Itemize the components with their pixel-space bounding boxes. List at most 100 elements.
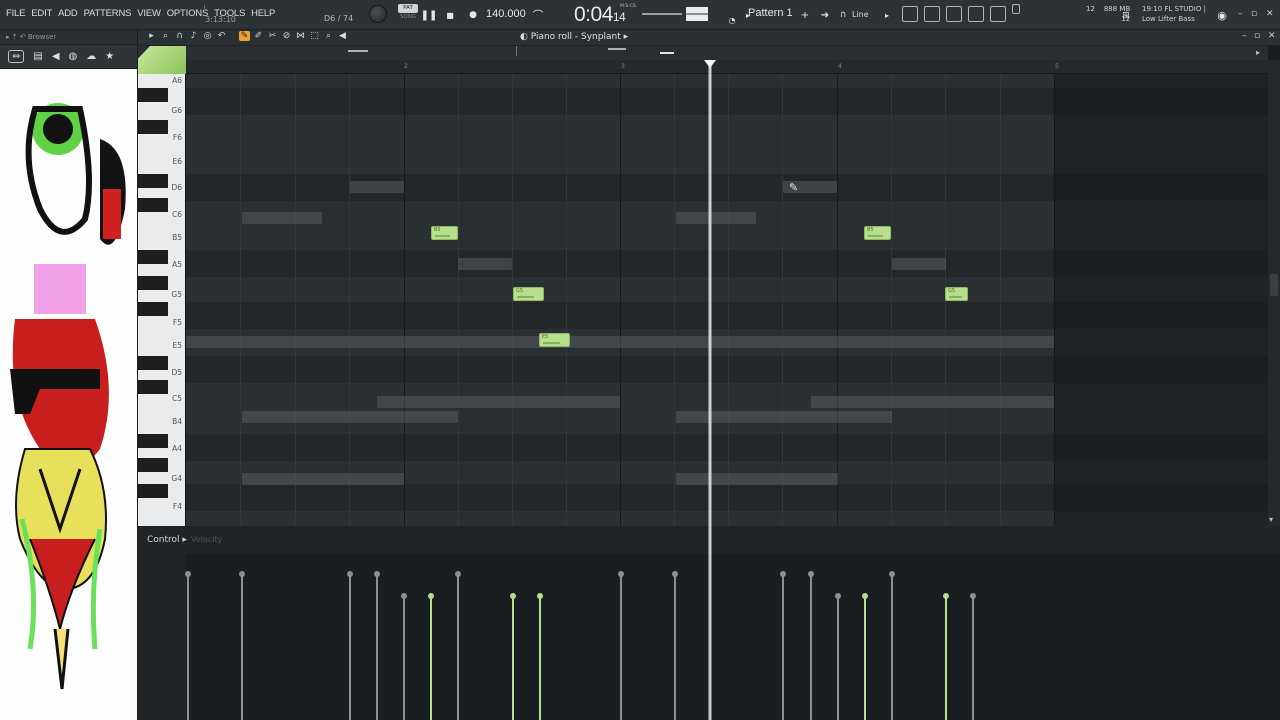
key-label-f5: F5 [172,318,182,327]
favorites-icon[interactable]: ★ [105,51,114,62]
playback-tool-icon[interactable]: ◀ [337,31,348,41]
maximize-icon[interactable]: ▫ [1251,9,1257,19]
black-key[interactable] [138,484,168,498]
black-key[interactable] [138,174,168,188]
black-key[interactable] [138,356,168,370]
black-key[interactable] [138,434,168,448]
sounds-icon[interactable]: ◍ [69,51,78,62]
velocity-stem-b5[interactable] [428,593,434,720]
black-key[interactable] [138,276,168,290]
mixer-icon[interactable] [968,6,984,22]
menu-edit[interactable]: EDIT [31,8,52,19]
note-g5[interactable]: G5 [945,287,968,301]
velocity-lane[interactable] [185,554,1280,720]
pr-headphones-icon[interactable]: ∩ [174,31,185,41]
pr-undo-icon[interactable]: ↶ [216,31,227,41]
pattern-selector[interactable]: Pattern 1 [748,7,793,19]
pat-mode[interactable]: PAT [398,4,418,13]
bar-5-label: 5 [1055,63,1059,70]
black-key[interactable] [138,302,168,316]
bar-2-label: 2 [404,63,408,70]
mute-tool-icon[interactable]: ⊘ [281,31,292,41]
note-b5[interactable]: B5 [431,226,458,240]
note-b5[interactable]: B5 [864,226,891,240]
pr-record-icon[interactable]: ◎ [202,31,213,41]
snap-mode[interactable]: Line [852,10,869,19]
pr-close-icon[interactable]: ✕ [1268,31,1276,41]
add-pattern-icon[interactable]: + [797,7,813,23]
stop-icon[interactable]: ■ [442,7,458,23]
tempo-display[interactable]: 140.000 [486,8,526,20]
artwork-image [0,69,137,720]
oscilloscope [642,7,708,21]
cloud-icon[interactable]: ☁ [86,51,96,62]
select-tool-icon[interactable]: ⬚ [309,31,320,41]
metronome-icon[interactable]: ⌒ [530,7,546,23]
channel-rack-icon[interactable] [946,6,962,22]
menu-file[interactable]: FILE [6,8,25,19]
black-key[interactable] [138,458,168,472]
pr-menu-icon[interactable]: ▸ [146,31,157,41]
black-key[interactable] [138,380,168,394]
note-e5[interactable]: E5 [539,333,570,347]
key-label-d5: D5 [171,368,182,377]
current-project-icon[interactable]: ▤ [33,51,42,62]
velocity-stem-g5[interactable] [943,593,949,720]
horizontal-scrollbar[interactable]: ▸ [138,46,1268,60]
cart-icon[interactable]: ⊞ [1118,8,1134,24]
note-g5[interactable]: G5 [513,287,544,301]
pr-minimize-icon[interactable]: – [1242,31,1247,41]
velocity-stem-b5[interactable] [862,593,868,720]
pr-note-icon[interactable]: ♪ [188,31,199,41]
velocity-stem-g5[interactable] [510,593,516,720]
browser-arrows-icon[interactable]: ▸ ⇡ ↶ [6,33,28,41]
menu-add[interactable]: ADD [58,8,78,19]
playhead[interactable] [708,62,712,720]
playlist-icon[interactable] [902,6,918,22]
delete-tool-icon[interactable]: ✂ [267,31,278,41]
close-icon[interactable]: ✕ [1266,9,1274,19]
all-files-icon[interactable]: ⇔ [8,50,25,63]
menu-view[interactable]: VIEW [137,8,161,19]
draw-tool-icon[interactable]: ✎ [239,31,250,41]
black-key[interactable] [138,88,168,102]
zoom-tool-icon[interactable]: ⌕ [323,31,334,41]
snap-dropdown-icon[interactable]: ▸ [879,7,895,23]
menu-help[interactable]: HELP [251,8,275,19]
master-volume-knob[interactable] [369,5,387,23]
magnet-icon[interactable]: ∩ [835,7,851,23]
key-label-a6: A6 [172,76,182,85]
black-key[interactable] [138,250,168,264]
menu-patterns[interactable]: PATTERNS [84,8,132,19]
record-icon[interactable]: ● [465,7,481,23]
playhead-marker-icon[interactable] [704,60,716,68]
key-label-f4: F4 [172,502,182,511]
snap-arrow-icon[interactable]: ➜ [817,7,833,23]
piano-roll-icon[interactable] [924,6,940,22]
paint-tool-icon[interactable]: ✐ [253,31,264,41]
browser-header: ▸ ⇡ ↶ Browser [0,30,137,44]
vertical-scrollbar[interactable]: ▾ [1268,60,1280,526]
pr-maximize-icon[interactable]: ▫ [1254,31,1260,41]
plugin-db-icon[interactable]: ◀ [52,51,60,62]
song-mode[interactable]: SONG [398,13,418,22]
slice-tool-icon[interactable]: ⋈ [295,31,306,41]
plugin-picker-icon[interactable] [990,6,1006,22]
timeline-ruler[interactable]: 2 3 4 5 [186,60,1268,74]
menu-options[interactable]: OPTIONS [167,8,209,19]
black-key[interactable] [138,120,168,134]
piano-roll-title[interactable]: ◐ Piano roll - Synplant ▸ [520,32,628,42]
piano-keyboard[interactable]: A6 G6 F6 E6 D6 C6 B5 A5 G5 F5 E5 D5 C5 B… [138,74,186,526]
control-selector[interactable]: Control ▸ [147,535,187,545]
scroll-right-icon[interactable]: ▸ [1256,48,1260,57]
minimize-icon[interactable]: – [1238,9,1243,19]
black-key[interactable] [138,198,168,212]
pat-song-switch[interactable]: PAT SONG [398,4,418,24]
velocity-stem-e5[interactable] [537,593,543,720]
tempo-tapper-icon[interactable] [1012,4,1020,14]
pr-magnet-icon[interactable]: ⌕ [160,31,171,41]
pause-icon[interactable]: ❚❚ [421,7,438,23]
globe-icon[interactable]: ◉ [1214,7,1230,23]
note-grid[interactable]: B5 G5 E5 B5 G5 [186,74,1268,526]
scroll-down-icon[interactable]: ▾ [1269,515,1273,524]
